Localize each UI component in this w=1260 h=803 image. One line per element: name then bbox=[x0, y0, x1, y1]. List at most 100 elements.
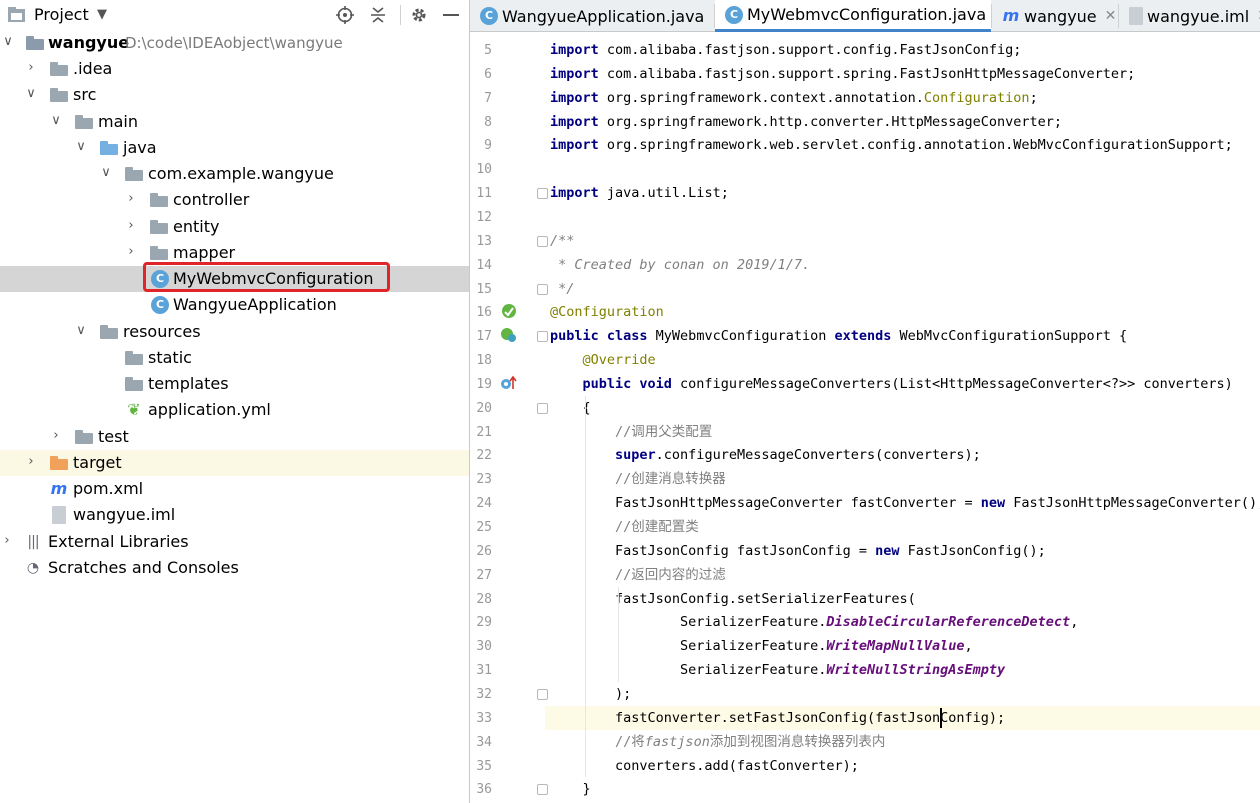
tree-row-wangyueapplication[interactable]: C WangyueApplication bbox=[0, 292, 469, 318]
chevron-right-icon[interactable]: › bbox=[124, 218, 138, 234]
code-line[interactable]: FastJsonHttpMessageConverter fastConvert… bbox=[550, 491, 1260, 515]
code-line[interactable]: super.configureMessageConverters(convert… bbox=[550, 443, 981, 467]
spring-bean-icon[interactable] bbox=[501, 303, 517, 322]
code-line[interactable]: import com.alibaba.fastjson.support.conf… bbox=[550, 38, 1021, 62]
tree-row-controller[interactable]: › controller bbox=[0, 187, 469, 213]
tree-row-test[interactable]: › test bbox=[0, 424, 469, 450]
code-line[interactable]: import com.alibaba.fastjson.support.spri… bbox=[550, 62, 1135, 86]
tree-row-main[interactable]: ∨ main bbox=[0, 109, 469, 135]
tree-row-external-libraries[interactable]: › ||| External Libraries bbox=[0, 529, 469, 555]
code-token: .configureMessageConverters(converters); bbox=[655, 447, 981, 464]
tab-label: WangyueApplication.java bbox=[502, 6, 705, 26]
tree-row-templates[interactable]: templates bbox=[0, 371, 469, 397]
chevron-right-icon[interactable]: › bbox=[124, 244, 138, 260]
tree-row-java[interactable]: ∨ java bbox=[0, 135, 469, 161]
chevron-down-icon[interactable]: ∨ bbox=[74, 323, 88, 339]
code-token: //调用父类配置 bbox=[615, 423, 713, 440]
tree-row-wangyue[interactable]: ∨ wangyue D:\code\IDEAobject\wangyue bbox=[0, 30, 469, 56]
tree-row-target[interactable]: › target bbox=[0, 450, 469, 476]
code-token: org.springframework.context.annotation. bbox=[606, 89, 924, 106]
tree-row-entity[interactable]: › entity bbox=[0, 214, 469, 240]
code-line[interactable]: ); bbox=[550, 682, 631, 706]
chevron-right-icon[interactable]: › bbox=[0, 533, 14, 549]
text-caret bbox=[939, 707, 942, 728]
code-line[interactable]: //将fastjson添加到视图消息转换器列表内 bbox=[550, 730, 885, 754]
tree-label: mapper bbox=[173, 243, 236, 262]
code-token: , bbox=[964, 638, 973, 655]
chevron-right-icon[interactable]: › bbox=[24, 454, 38, 470]
code-line[interactable]: @Override bbox=[550, 348, 656, 372]
code-line[interactable]: fastJsonConfig.setSerializerFeatures( bbox=[550, 587, 916, 611]
tree-row-static[interactable]: static bbox=[0, 345, 469, 371]
tree-row-package[interactable]: ∨ com.example.wangyue bbox=[0, 161, 469, 187]
tree-row-src[interactable]: ∨ src bbox=[0, 82, 469, 108]
gear-icon[interactable] bbox=[407, 3, 431, 27]
code-line[interactable]: } bbox=[550, 777, 591, 801]
override-method-icon[interactable] bbox=[500, 375, 518, 394]
code-line[interactable]: SerializerFeature.DisableCircularReferen… bbox=[550, 610, 1078, 634]
tree-row-mywebmvcconfiguration[interactable]: C MyWebmvcConfiguration bbox=[0, 266, 469, 292]
code-token: FastJsonHttpMessageConverter(); bbox=[1005, 495, 1260, 512]
tree-row-mapper[interactable]: › mapper bbox=[0, 240, 469, 266]
code-line[interactable]: //调用父类配置 bbox=[550, 420, 712, 444]
code-line[interactable]: //返回内容的过滤 bbox=[550, 563, 726, 587]
code-line[interactable]: //创建配置类 bbox=[550, 515, 699, 539]
code-token: SerializerFeature. bbox=[550, 638, 827, 655]
tree-label: wangyue.iml bbox=[73, 505, 176, 524]
collapse-all-icon[interactable] bbox=[366, 3, 390, 27]
code-line[interactable]: /** bbox=[550, 229, 574, 253]
chevron-down-icon[interactable]: ∨ bbox=[99, 165, 113, 181]
code-line[interactable]: import org.springframework.http.converte… bbox=[550, 110, 1062, 134]
locate-target-icon[interactable] bbox=[333, 3, 357, 27]
chevron-right-icon[interactable]: › bbox=[49, 428, 63, 444]
tree-row-resources[interactable]: ∨ resources bbox=[0, 319, 469, 345]
code-line[interactable]: SerializerFeature.WriteMapNullValue, bbox=[550, 634, 973, 658]
close-icon[interactable]: ✕ bbox=[1105, 8, 1117, 24]
code-token: * Created by conan on 2019/1/7. bbox=[550, 256, 811, 273]
tab-pom-wangyue[interactable]: m wangyue ✕ bbox=[992, 0, 1118, 32]
chevron-right-icon[interactable]: › bbox=[24, 60, 38, 76]
code-line[interactable]: import org.springframework.context.annot… bbox=[550, 86, 1038, 110]
code-line[interactable]: //创建消息转换器 bbox=[550, 467, 726, 491]
code-line[interactable]: import java.util.List; bbox=[550, 181, 729, 205]
code-line[interactable]: FastJsonConfig fastJsonConfig = new Fast… bbox=[550, 539, 1046, 563]
code-token: FastJsonHttpMessageConverter fastConvert… bbox=[550, 495, 981, 512]
chevron-right-icon[interactable]: › bbox=[124, 191, 138, 207]
editor-gutter[interactable]: 5 6 7 8 9 10 11 12 13 14 15 16 17 18 19 20 21 22 23 24 25 26 2… bbox=[470, 32, 548, 803]
code-token: @Configuration bbox=[550, 304, 664, 321]
project-tool-window: Project ▼ ∨ wangyue D:\code\IDEAobject\w… bbox=[0, 0, 469, 803]
code-token: FastJsonConfig(); bbox=[899, 542, 1046, 559]
code-line[interactable]: public class MyWebmvcConfiguration exten… bbox=[550, 324, 1127, 348]
tree-row-scratches[interactable]: ◔ Scratches and Consoles bbox=[0, 555, 469, 581]
tab-mywebmvcconfiguration[interactable]: C MyWebmvcConfiguration.java ✕ bbox=[715, 0, 991, 32]
folder-icon bbox=[50, 88, 68, 106]
tab-wangyueapplication[interactable]: C WangyueApplication.java ✕ bbox=[470, 0, 714, 32]
code-token: import bbox=[550, 65, 607, 82]
tab-wangyue-iml[interactable]: wangyue.iml ✕ bbox=[1119, 0, 1260, 32]
chevron-down-icon[interactable]: ∨ bbox=[24, 86, 38, 102]
code-line[interactable]: fastConverter.setFastJsonConfig(fastJson… bbox=[550, 706, 1005, 730]
code-area[interactable]: import com.alibaba.fastjson.support.conf… bbox=[545, 32, 1260, 803]
chevron-down-icon[interactable]: ∨ bbox=[74, 139, 88, 155]
code-line[interactable]: converters.add(fastConverter); bbox=[550, 754, 859, 778]
code-line[interactable]: @Configuration bbox=[550, 300, 664, 324]
tree-row-wangyue-iml[interactable]: wangyue.iml bbox=[0, 502, 469, 528]
folder-icon bbox=[75, 430, 93, 448]
hide-panel-icon[interactable] bbox=[439, 3, 463, 27]
tree-row-idea[interactable]: › .idea bbox=[0, 56, 469, 82]
code-line[interactable]: import org.springframework.web.servlet.c… bbox=[550, 133, 1233, 157]
tree-row-application-yml[interactable]: ❦ application.yml bbox=[0, 397, 469, 423]
code-line[interactable]: */ bbox=[550, 277, 574, 301]
chevron-down-icon[interactable]: ▼ bbox=[97, 7, 107, 22]
spring-config-icon[interactable] bbox=[500, 327, 518, 346]
tree-row-pom-xml[interactable]: m pom.xml bbox=[0, 476, 469, 502]
chevron-down-icon[interactable]: ∨ bbox=[1, 34, 15, 50]
code-line[interactable]: * Created by conan on 2019/1/7. bbox=[550, 253, 810, 277]
code-line[interactable]: public void configureMessageConverters(L… bbox=[550, 372, 1233, 396]
chevron-down-icon[interactable]: ∨ bbox=[49, 113, 63, 129]
project-panel-title[interactable]: Project bbox=[34, 5, 89, 24]
class-icon: C bbox=[151, 270, 169, 288]
